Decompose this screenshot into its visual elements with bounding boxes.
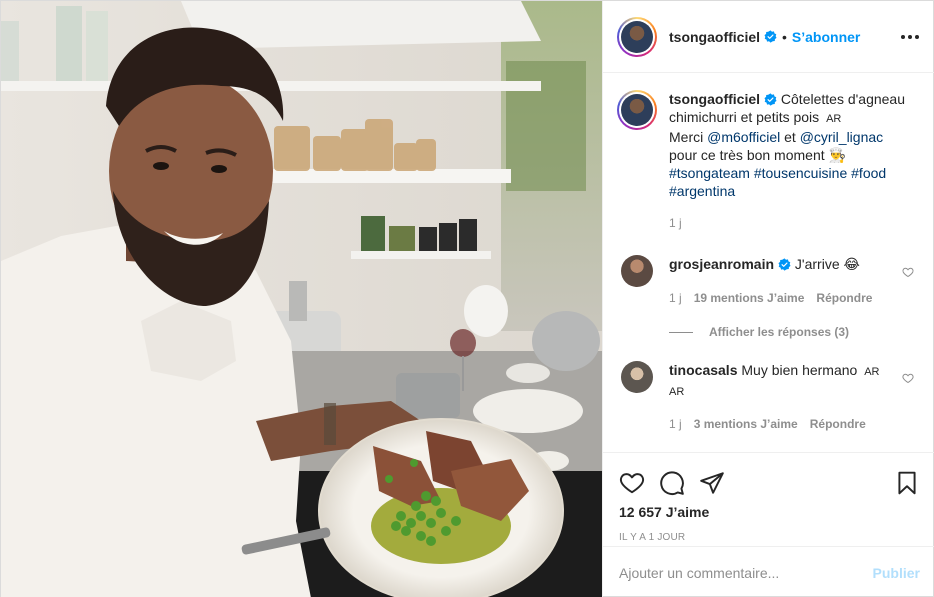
flag-ar: AR [864,366,880,378]
follow-button[interactable]: S’abonner [792,29,860,45]
caption-et: et [784,129,796,145]
caption-text-line3: pour ce très bon moment [669,147,825,163]
comment-text: Muy bien hermano [741,362,858,378]
commenter-avatar[interactable] [621,255,653,287]
comment-likes[interactable]: 3 mentions J’aime [694,415,798,433]
author-username[interactable]: tsongaofficiel [669,29,760,45]
comment-item: tinocasals Muy bien hermano AR AR 1 j 3 … [617,361,920,433]
flag-ar: AR [669,386,685,398]
hashtag[interactable]: #tousencuisine [754,165,847,181]
photo-illustration [1,1,602,597]
laughing-emoji: 😂 [843,256,860,272]
bookmark-icon[interactable] [894,470,920,496]
reply-button[interactable]: Répondre [816,289,872,307]
view-replies-button[interactable]: Afficher les réponses (3) [669,325,920,339]
reply-button[interactable]: Répondre [810,415,866,433]
comment-bubble-icon[interactable] [659,470,685,496]
author-avatar[interactable] [617,16,657,57]
post-timestamp: IL Y A 1 JOUR [619,532,686,543]
verified-badge-icon [778,258,791,271]
verified-badge-icon [764,30,777,43]
action-bar [603,453,934,503]
add-comment-bar: Publier [603,546,934,597]
comment-username[interactable]: tinocasals [669,362,737,378]
comment-meta: 1 j 3 mentions J’aime Répondre [669,415,920,433]
post-photo[interactable] [1,1,602,597]
heart-icon[interactable] [902,266,914,278]
mention-m6officiel[interactable]: @m6officiel [707,129,780,145]
comment-item: grosjeanromain J'arrive 😂 1 j 19 mention… [617,255,920,307]
caption-body: tsongaofficiel Côtelettes d'agneau chimi… [669,90,920,232]
comment-time[interactable]: 1 j [669,289,682,307]
hashtag[interactable]: #argentina [669,183,735,199]
comment-username[interactable]: grosjeanromain [669,256,774,272]
comment-body: tinocasals Muy bien hermano AR AR 1 j 3 … [669,361,920,433]
chef-emoji: 👨‍🍳 [828,147,846,163]
heart-icon[interactable] [902,372,914,384]
commenter-avatar[interactable] [621,361,653,393]
caption-meta: 1 j [669,214,920,232]
caption: tsongaofficiel Côtelettes d'agneau chimi… [617,90,920,232]
flag-ar: AR [826,113,842,125]
post-header: tsongaofficiel • S’abonner [603,1,934,73]
comment-time[interactable]: 1 j [669,415,682,433]
more-options-icon[interactable] [901,34,919,39]
paper-plane-icon[interactable] [699,470,725,496]
comment-text: J'arrive [794,256,840,272]
header-separator: • [782,28,787,45]
caption-time[interactable]: 1 j [669,214,682,232]
comments-section[interactable]: tsongaofficiel Côtelettes d'agneau chimi… [603,74,934,452]
verified-badge-icon [764,93,777,106]
like-count[interactable]: 12 657 J’aime [603,504,934,520]
heart-icon[interactable] [619,470,645,496]
hashtag[interactable]: #food [851,165,886,181]
comment-meta: 1 j 19 mentions J’aime Répondre [669,289,920,307]
mention-cyril-lignac[interactable]: @cyril_lignac [800,129,883,145]
comment-body: grosjeanromain J'arrive 😂 1 j 19 mention… [669,255,920,307]
publish-button[interactable]: Publier [873,565,920,581]
hashtag[interactable]: #tsongateam [669,165,750,181]
caption-username[interactable]: tsongaofficiel [669,91,760,107]
post-sidebar: tsongaofficiel • S’abonner tsongaofficie… [602,1,934,597]
caption-avatar[interactable] [617,90,657,130]
comment-likes[interactable]: 19 mentions J’aime [694,289,805,307]
post-actions: 12 657 J’aime IL Y A 1 JOUR Publier [603,452,934,597]
instagram-post-modal: tsongaofficiel • S’abonner tsongaofficie… [0,0,934,597]
view-replies-label: Afficher les réponses (3) [709,325,850,339]
replies-divider [669,331,693,333]
comment-input[interactable] [619,565,873,581]
caption-merci: Merci [669,129,704,145]
